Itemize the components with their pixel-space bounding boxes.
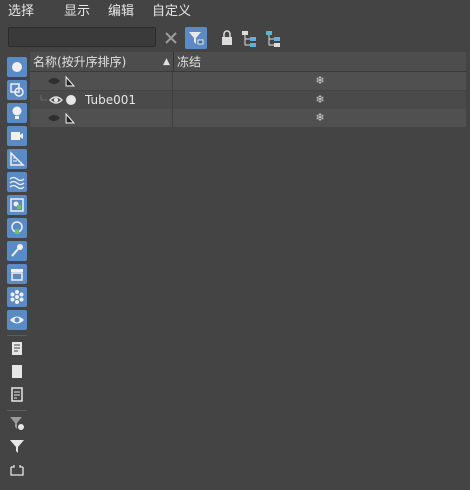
helper-object-icon (65, 75, 76, 87)
menu-edit[interactable]: 编辑 (108, 3, 134, 21)
display-filter-toolbar (0, 52, 30, 490)
display-geometry-icon (12, 62, 22, 72)
display-groups-icon (10, 198, 24, 212)
layer-button[interactable] (7, 459, 27, 479)
display-geometry-button[interactable] (7, 57, 27, 77)
display-helpers-button[interactable] (7, 149, 27, 169)
display-hidden-icon (10, 316, 24, 324)
hierarchy-button[interactable] (238, 27, 260, 49)
invert-display-button[interactable] (7, 385, 27, 405)
search-input[interactable] (8, 27, 156, 47)
object-name[interactable]: Tube001 (85, 92, 136, 108)
display-cameras-button[interactable] (7, 126, 27, 146)
name-cell (30, 72, 173, 90)
display-spacewarps-button[interactable] (7, 172, 27, 192)
layer-hierarchy-button[interactable] (262, 27, 284, 49)
display-xrefs-icon (11, 221, 23, 234)
layer-icon (10, 465, 24, 476)
filter-settings-icon (10, 417, 24, 430)
table-row[interactable]: ❄ (30, 109, 466, 127)
display-bones-button[interactable] (7, 241, 27, 261)
display-helpers-icon (10, 151, 25, 166)
column-divider[interactable] (173, 52, 174, 72)
table-row[interactable]: ❄ (30, 72, 466, 90)
column-header-name[interactable]: 名称(按升序排序) (33, 54, 126, 70)
filter-icon (189, 32, 204, 45)
helper-object-icon (65, 112, 76, 124)
eye-icon[interactable] (49, 94, 63, 106)
menu-customize[interactable]: 自定义 (152, 3, 191, 21)
freeze-cell[interactable]: ❄ (173, 72, 466, 90)
display-spacewarps-icon (9, 176, 25, 190)
lock-icon (222, 30, 232, 45)
display-all-button[interactable] (7, 339, 27, 359)
freeze-cell[interactable]: ❄ (173, 109, 466, 127)
display-all-icon (12, 342, 22, 355)
geometry-object-icon (66, 95, 76, 105)
table-row[interactable]: Tube001 ❄ (30, 91, 466, 109)
table-header: 名称(按升序排序) ▲ 冻结 (30, 52, 466, 72)
eye-hidden-icon[interactable] (47, 75, 61, 87)
sort-ascending-icon: ▲ (163, 57, 170, 67)
separator (7, 410, 27, 411)
freeze-cell[interactable]: ❄ (173, 91, 466, 109)
freeze-toggle-icon[interactable]: ❄ (313, 91, 327, 109)
display-none-icon (12, 365, 22, 378)
invert-display-icon (11, 387, 23, 402)
find-filter-button[interactable] (185, 27, 207, 49)
layer-tree-icon (266, 31, 280, 47)
display-containers-button[interactable] (7, 264, 27, 284)
display-shapes-icon (10, 83, 24, 97)
toolbar (0, 24, 470, 52)
display-lights-icon (12, 106, 22, 119)
lock-button[interactable] (216, 27, 238, 49)
display-frozen-button[interactable] (7, 287, 27, 307)
display-xrefs-button[interactable] (7, 218, 27, 238)
menu-select[interactable]: 选择 (8, 3, 34, 21)
freeze-toggle-icon[interactable]: ❄ (313, 72, 327, 90)
display-none-button[interactable] (7, 362, 27, 382)
separator (7, 335, 27, 336)
eye-hidden-icon[interactable] (47, 112, 61, 124)
display-containers-icon (11, 269, 23, 281)
close-icon (165, 32, 177, 44)
selection-filter-button[interactable] (7, 436, 27, 456)
menu-display[interactable]: 显示 (64, 3, 90, 21)
filter-settings-button[interactable] (7, 413, 27, 433)
clear-search-button[interactable] (160, 27, 182, 49)
display-groups-button[interactable] (7, 195, 27, 215)
display-hidden-button[interactable] (7, 310, 27, 330)
tree-branch-icon (40, 95, 47, 101)
display-cameras-icon (11, 132, 23, 140)
display-shapes-button[interactable] (7, 80, 27, 100)
menu-bar: 选择 显示 编辑 自定义 (0, 0, 470, 24)
display-lights-button[interactable] (7, 103, 27, 123)
selection-filter-icon (10, 440, 24, 453)
name-cell: Tube001 (30, 91, 173, 109)
freeze-toggle-icon[interactable]: ❄ (313, 109, 327, 127)
display-frozen-icon (10, 290, 24, 304)
column-header-freeze[interactable]: 冻结 (177, 54, 201, 70)
display-bones-icon (11, 244, 23, 257)
name-cell (30, 109, 173, 127)
hierarchy-icon (242, 31, 256, 47)
